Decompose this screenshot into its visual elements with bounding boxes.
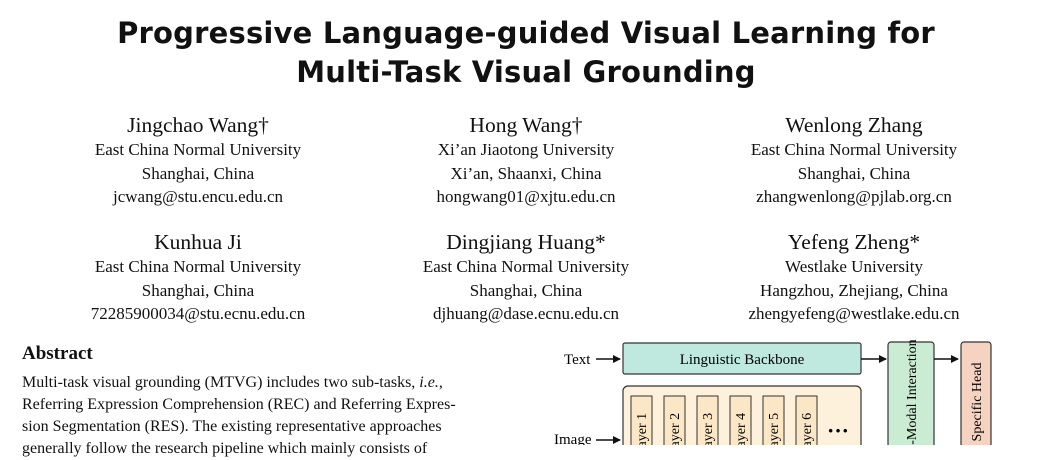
author-affiliation: East China Normal University bbox=[94, 257, 302, 276]
author-name: Kunhua Ji bbox=[154, 230, 242, 254]
abstract-ie: i.e. bbox=[419, 374, 439, 391]
author-block: Hong Wang† Xi’an Jiaotong University Xi’… bbox=[361, 112, 691, 209]
author-block: Kunhua Ji East China Normal University S… bbox=[33, 229, 363, 326]
author-affiliation: Xi’an Jiaotong University bbox=[437, 140, 615, 159]
author-affiliation: East China Normal University bbox=[94, 140, 302, 159]
author-block: Dingjiang Huang* East China Normal Unive… bbox=[361, 229, 691, 326]
layer-label: Layer 2 bbox=[668, 413, 683, 445]
layer-5: Layer 5 bbox=[762, 395, 785, 445]
layer-label: Layer 6 bbox=[800, 413, 815, 445]
abstract-line-1-text: Multi-task visual grounding (MTVG) inclu… bbox=[22, 374, 420, 391]
author-email: zhangwenlong@pjlab.org.cn bbox=[756, 187, 952, 206]
layer-6: Layer 6 bbox=[795, 395, 818, 445]
author-email: 72285900034@stu.ecnu.edu.cn bbox=[90, 304, 306, 323]
linguistic-backbone-label: Linguistic Backbone bbox=[680, 352, 805, 368]
author-email: jcwang@stu.encu.edu.cn bbox=[112, 187, 284, 206]
abstract-line: Referring Expression Comprehension (REC)… bbox=[22, 396, 456, 413]
abstract-line: sion Segmentation (RES). The existing re… bbox=[22, 418, 442, 435]
abstract-line: generally follow the research pipeline w… bbox=[22, 440, 428, 457]
author-affiliation: Westlake University bbox=[785, 257, 923, 276]
author-block: Jingchao Wang† East China Normal Univers… bbox=[33, 112, 363, 209]
author-name: Yefeng Zheng* bbox=[787, 230, 921, 254]
author-name: Wenlong Zhang bbox=[785, 113, 923, 137]
author-block: Wenlong Zhang East China Normal Universi… bbox=[689, 112, 1019, 209]
author-location: Shanghai, China bbox=[141, 280, 255, 300]
architecture-figure: Text Linguistic Backbone Image Layer 1 L… bbox=[554, 339, 992, 445]
author-name: Jingchao Wang† bbox=[127, 113, 269, 137]
layers-ellipsis: ··· bbox=[827, 418, 849, 443]
author-location: Hangzhou, Zhejiang, China bbox=[760, 280, 948, 300]
layer-label: Layer 1 bbox=[635, 413, 650, 445]
layer-1: Layer 1 bbox=[630, 395, 653, 445]
author-email: djhuang@dase.ecnu.edu.cn bbox=[432, 304, 620, 323]
layer-label: Layer 4 bbox=[734, 413, 749, 445]
author-name: Hong Wang† bbox=[469, 113, 583, 137]
layer-label: Layer 3 bbox=[701, 413, 716, 445]
text-input-label: Text bbox=[564, 352, 591, 368]
author-email: hongwang01@xjtu.edu.cn bbox=[436, 187, 616, 206]
title-line-2: Multi-Task Visual Grounding bbox=[296, 55, 756, 89]
layer-4: Layer 4 bbox=[729, 395, 752, 445]
author-block: Yefeng Zheng* Westlake University Hangzh… bbox=[689, 229, 1019, 326]
cross-modal-label: Cross-Modal Interaction bbox=[905, 339, 920, 445]
specific-head-label: Specific Head bbox=[970, 363, 985, 442]
author-location: Shanghai, China bbox=[469, 280, 583, 300]
abstract-text: Multi-task visual grounding (MTVG) inclu… bbox=[22, 372, 506, 460]
title-line-1: Progressive Language-guided Visual Learn… bbox=[117, 16, 935, 50]
author-email: zhengyefeng@westlake.edu.cn bbox=[748, 304, 960, 323]
abstract-heading: Abstract bbox=[22, 343, 93, 364]
abstract-line-1-end: , bbox=[438, 374, 443, 391]
author-affiliation: East China Normal University bbox=[750, 140, 958, 159]
author-location: Xi’an, Shaanxi, China bbox=[450, 163, 602, 183]
paper-title: Progressive Language-guided Visual Learn… bbox=[0, 14, 1052, 92]
abstract-line: Multi-task visual grounding (MTVG) inclu… bbox=[22, 372, 506, 394]
layer-label: Layer 5 bbox=[767, 413, 782, 445]
author-location: Shanghai, China bbox=[141, 163, 255, 183]
image-input-label: Image bbox=[554, 432, 592, 445]
layer-3: Layer 3 bbox=[696, 395, 719, 445]
author-location: Shanghai, China bbox=[797, 163, 911, 183]
author-name: Dingjiang Huang* bbox=[446, 230, 606, 254]
layer-2: Layer 2 bbox=[663, 395, 686, 445]
author-affiliation: East China Normal University bbox=[422, 257, 630, 276]
